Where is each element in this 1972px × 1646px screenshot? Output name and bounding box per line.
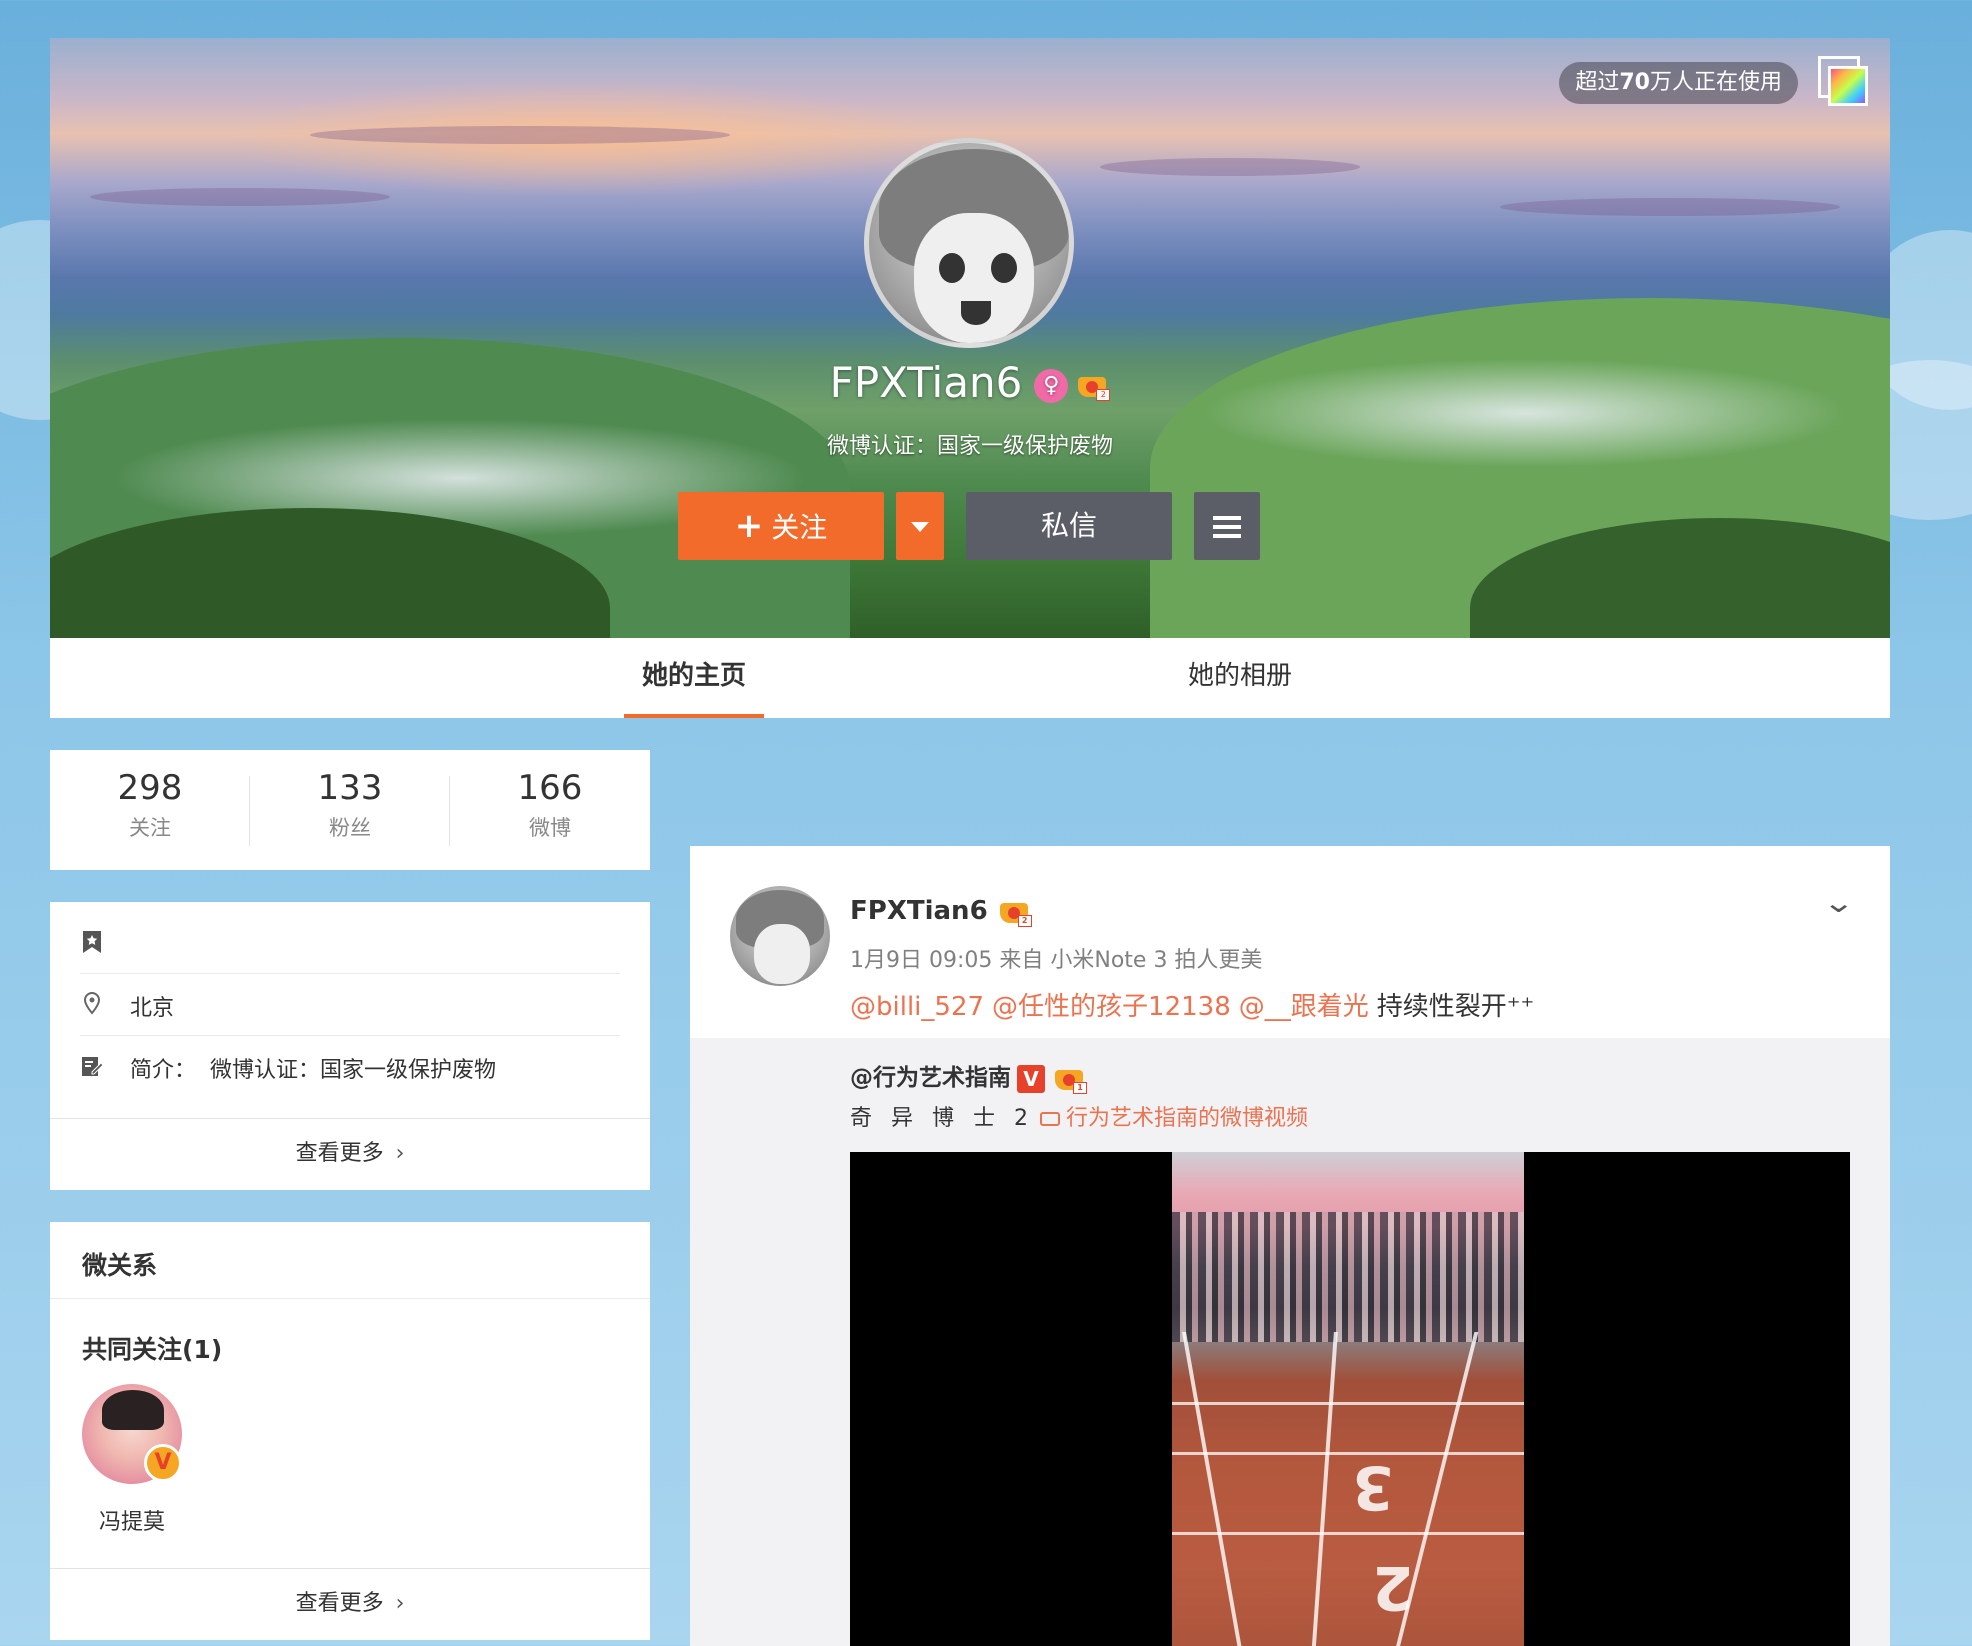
stats-card: 298 关注 133 粉丝 166 微博 [50, 750, 650, 870]
video-icon [1039, 1112, 1060, 1126]
skin-icon[interactable] [1818, 56, 1870, 108]
video-player[interactable]: 3 2 [850, 1152, 1850, 1646]
users-pill-suffix: 万人正在使用 [1649, 70, 1782, 95]
avatar-eye [991, 253, 1017, 283]
dropdown-icon [911, 522, 929, 532]
post-body: 持续性裂开⁺⁺ [1376, 992, 1535, 1022]
repost-body: 奇 异 博 士 2 [850, 1106, 1034, 1131]
avatar-eye [939, 253, 965, 283]
video-frame: 3 2 [1172, 1152, 1524, 1646]
profile-tabbar: 她的主页 她的相册 [50, 638, 1890, 718]
profile-avatar[interactable] [864, 138, 1074, 348]
relations-title: 微关系 [82, 1251, 158, 1280]
stat-value: 166 [517, 768, 583, 808]
crown-icon[interactable]: 1 [1053, 1064, 1087, 1094]
info-card: 北京 简介： 微博认证：国家一级保护废物 查看更多 › [50, 902, 650, 1190]
repost-author[interactable]: @行为艺术指南 [850, 1065, 1011, 1091]
crown-icon[interactable]: 2 [1076, 371, 1111, 401]
more-menu-button[interactable] [1194, 492, 1260, 560]
tab-home[interactable]: 她的主页 [624, 638, 764, 718]
relations-card: 微关系 共同关注(1) V 冯提莫 查看更多 › [50, 1222, 650, 1640]
repost-block: @行为艺术指南 V 1 奇 异 博 士 2 行为艺术指南的微博视频 3 2 [690, 1038, 1890, 1646]
mention-link[interactable]: @__跟着光 [1239, 992, 1369, 1022]
friend-hair [102, 1390, 164, 1430]
post-author-avatar[interactable] [730, 886, 830, 986]
follow-label: 关注 [771, 511, 828, 544]
post-text: @billi_527 @任性的孩子12138 @__跟着光 持续性裂开⁺⁺ [850, 986, 1534, 1023]
verified-v-icon: V [144, 1444, 182, 1482]
stat-value: 298 [117, 768, 183, 808]
info-row-badge [80, 912, 620, 974]
avatar-face [754, 924, 810, 984]
post-meta[interactable]: 1月9日 09:05 来自 小米Note 3 拍人更美 [850, 942, 1262, 974]
lane-number: 2 [1372, 1552, 1414, 1622]
follow-button[interactable]: + 关注 [678, 492, 884, 560]
cloud-streak [90, 188, 390, 206]
female-icon: ♀ [1034, 368, 1069, 403]
track-line [1172, 1402, 1524, 1405]
cloud-streak [1500, 198, 1840, 216]
location-icon [80, 991, 104, 1016]
more-label: 查看更多 [295, 1591, 384, 1616]
mention-link[interactable]: @billi_527 [850, 992, 984, 1022]
profile-cover: 超过70万人正在使用 FPXTian6 ♀ 2 微博认证：国家一级保护废物 + 关注 … [50, 38, 1890, 638]
edit-icon [80, 1054, 104, 1078]
post-author-name[interactable]: FPXTian6 [850, 896, 988, 926]
users-count-pill[interactable]: 超过70万人正在使用 [1559, 62, 1798, 104]
track-lane [1310, 1332, 1338, 1646]
mention-link[interactable]: @任性的孩子12138 [992, 992, 1231, 1022]
profile-name[interactable]: FPXTian6 [830, 358, 1023, 407]
follow-dropdown-button[interactable] [896, 492, 944, 560]
video-link-label: 行为艺术指南的微博视频 [1065, 1106, 1308, 1131]
more-label: 查看更多 [295, 1141, 384, 1166]
info-row-location: 北京 [80, 974, 620, 1036]
chevron-right-icon: › [395, 1141, 405, 1166]
message-button[interactable]: 私信 [966, 492, 1172, 560]
relations-more-link[interactable]: 查看更多 › [50, 1568, 650, 1640]
repost-text: 奇 异 博 士 2 行为艺术指南的微博视频 [850, 1100, 1308, 1132]
divider [50, 1298, 650, 1299]
stat-posts[interactable]: 166 微博 [450, 768, 650, 842]
bio-value: 微博认证：国家一级保护废物 [210, 1058, 497, 1083]
stat-followers[interactable]: 133 粉丝 [250, 768, 450, 842]
verification-text: 微博认证：国家一级保护废物 [826, 434, 1113, 459]
bookmark-icon [80, 930, 104, 954]
users-pill-count: 70 [1619, 70, 1650, 95]
tab-album[interactable]: 她的相册 [1170, 638, 1310, 718]
cloud-streak [1100, 158, 1360, 176]
chevron-right-icon: › [395, 1591, 405, 1616]
repost-author-row: @行为艺术指南 V 1 [850, 1058, 1087, 1094]
track-line [1172, 1532, 1524, 1535]
bio-text: 简介： 微博认证：国家一级保护废物 [130, 1052, 496, 1084]
stat-following[interactable]: 298 关注 [50, 768, 250, 842]
skin-icon-front [1828, 66, 1868, 106]
verified-v-icon: V [1017, 1064, 1045, 1093]
bio-label: 简介： [130, 1058, 197, 1083]
profile-name-row: FPXTian6 ♀ 2 [50, 358, 1890, 407]
stat-value: 133 [317, 768, 383, 808]
post-author-row: FPXTian6 2 [850, 896, 1032, 927]
track-lane [1182, 1332, 1246, 1646]
video-link[interactable]: 行为艺术指南的微博视频 [1039, 1106, 1308, 1131]
cloud-streak [310, 126, 730, 144]
menu-icon [1213, 516, 1241, 538]
crown-icon[interactable]: 2 [998, 897, 1032, 927]
info-row-bio: 简介： 微博认证：国家一级保护废物 [80, 1036, 620, 1098]
stat-label: 粉丝 [329, 816, 371, 840]
lane-number: 3 [1352, 1452, 1394, 1522]
stat-label: 微博 [529, 816, 571, 840]
video-crowd [1172, 1212, 1524, 1342]
location-text: 北京 [130, 996, 175, 1021]
avatar-mouth [961, 301, 991, 325]
stat-label: 关注 [129, 816, 171, 840]
info-more-link[interactable]: 查看更多 › [50, 1118, 650, 1190]
friend-name[interactable]: 冯提莫 [82, 1504, 182, 1536]
common-follow-title: 共同关注(1) [82, 1335, 223, 1364]
plus-icon: + [734, 506, 764, 546]
feed-post: FPXTian6 2 ⌄ 1月9日 09:05 来自 小米Note 3 拍人更美 … [690, 846, 1890, 1646]
users-pill-prefix: 超过 [1575, 70, 1620, 95]
track-line [1172, 1452, 1524, 1455]
chevron-down-icon[interactable]: ⌄ [1822, 886, 1855, 919]
